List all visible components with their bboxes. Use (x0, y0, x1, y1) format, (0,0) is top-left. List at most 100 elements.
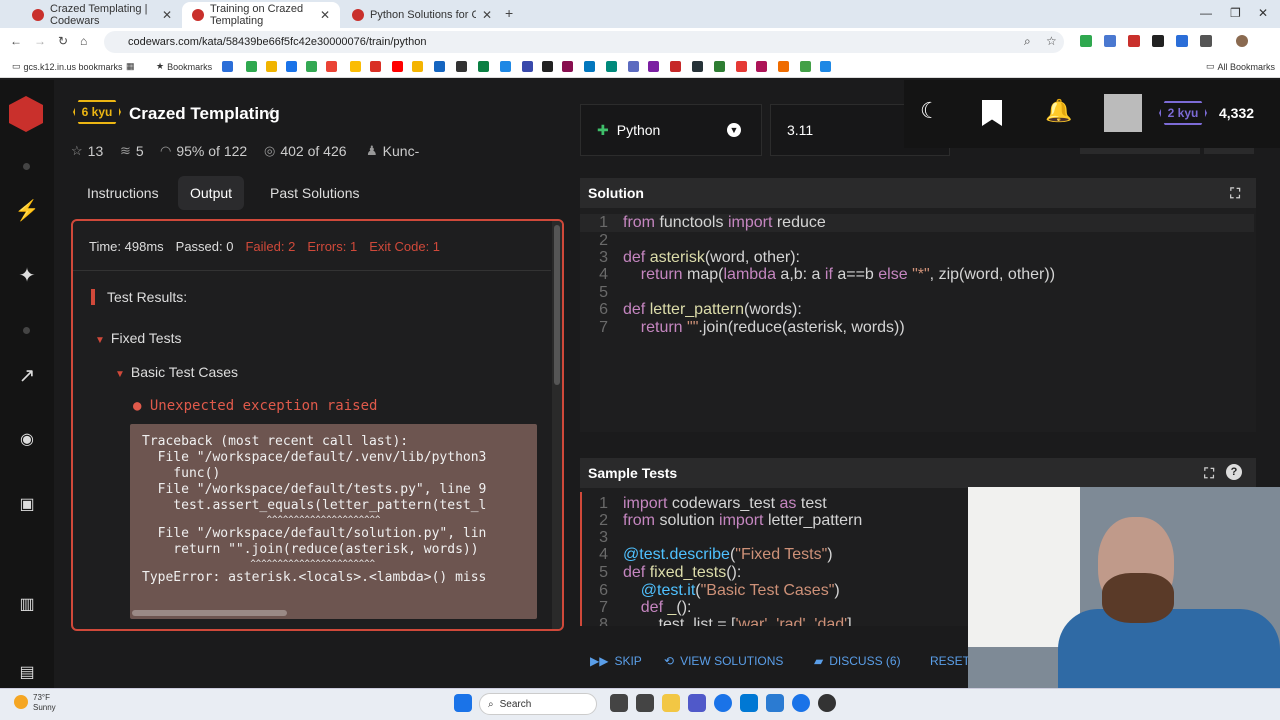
weather-widget[interactable]: 73°F Sunny (33, 693, 56, 713)
extension-icon[interactable] (1176, 35, 1188, 47)
bookmark-icon[interactable] (562, 61, 573, 72)
fixed-tests-group[interactable]: ▼ Fixed Tests (95, 330, 181, 346)
solution-editor[interactable]: Solution ⛶ 1 from functools import reduce … (580, 178, 1256, 432)
apps-icon[interactable]: ▦ (126, 61, 135, 72)
discord-icon[interactable]: ◉ (14, 427, 40, 453)
browser-tab[interactable]: Crazed Templating | Codewars ✕ (22, 2, 182, 28)
moon-icon[interactable]: ☾ (920, 98, 940, 124)
zoom-icon[interactable]: ⌕ (1024, 34, 1031, 49)
forward-icon[interactable]: → (34, 34, 46, 48)
bookmark-icon[interactable] (246, 61, 257, 72)
extension-icon[interactable] (1080, 35, 1092, 47)
bookmark-icon[interactable] (326, 61, 337, 72)
discuss-button[interactable]: ▰ DISCUSS (6) (814, 654, 901, 668)
bookmark-icon[interactable] (820, 61, 831, 72)
bookmark-icon[interactable] (286, 61, 297, 72)
user-avatar[interactable] (1104, 94, 1142, 132)
tab-output[interactable]: Output (178, 176, 245, 210)
home-icon[interactable]: ⌂ (80, 34, 87, 48)
bell-icon[interactable]: 🔔 (1045, 98, 1072, 124)
task-view-icon[interactable] (610, 694, 628, 712)
bookmark-icon[interactable] (392, 61, 403, 72)
presenter-beard (1102, 573, 1174, 623)
bookmark-icon[interactable] (456, 61, 467, 72)
vscode-icon[interactable] (766, 694, 784, 712)
bookmark-icon[interactable] (692, 61, 703, 72)
reset-button[interactable]: RESET (930, 654, 970, 668)
minimize-icon[interactable]: — (1200, 6, 1212, 20)
extension-icon[interactable] (1104, 35, 1116, 47)
extension-icon[interactable] (1128, 35, 1140, 47)
bookmark-icon[interactable] (542, 61, 553, 72)
bookmark-icon[interactable] (412, 61, 423, 72)
browser-tab-active[interactable]: Training on Crazed Templating ✕ (182, 2, 340, 28)
bookmark-icon[interactable] (778, 61, 789, 72)
expand-icon[interactable]: ⛶ (1204, 465, 1214, 482)
bookmark-icon[interactable] (756, 61, 767, 72)
horizontal-scrollbar[interactable] (130, 609, 537, 617)
chrome-icon[interactable] (714, 694, 732, 712)
new-tab-button[interactable]: + (505, 5, 513, 21)
bookmark-icon[interactable] (478, 61, 489, 72)
bookmark-icon[interactable] (370, 61, 381, 72)
bookmark-icon[interactable] (736, 61, 747, 72)
close-tab-icon[interactable]: ✕ (482, 8, 492, 22)
browser-tab[interactable]: Python Solutions for Crazed Te ✕ (342, 2, 502, 28)
taskbar-search[interactable]: ⌕ Search (479, 693, 597, 715)
stars-stat[interactable]: ☆ 13 (71, 143, 103, 159)
bookmark-icon[interactable] (434, 61, 445, 72)
chrome-icon[interactable] (792, 694, 810, 712)
bookmark-icon[interactable] (670, 61, 681, 72)
bookmark-icon[interactable] (800, 61, 811, 72)
bookmark-icon[interactable] (222, 61, 233, 72)
help-icon[interactable]: ? (1226, 464, 1242, 480)
bookmark-icon[interactable] (266, 61, 277, 72)
language-select[interactable]: ✚ Python ▼ (580, 104, 762, 156)
bookmark-star-icon[interactable]: ☆ (1046, 34, 1057, 48)
teams-icon[interactable] (688, 694, 706, 712)
bookmark-icon[interactable] (714, 61, 725, 72)
close-tab-icon[interactable]: ✕ (320, 8, 330, 22)
windows-start-icon[interactable] (454, 694, 472, 712)
practice-icon[interactable]: ✦ (14, 263, 40, 289)
blog-icon[interactable]: ▤ (14, 660, 40, 686)
training-icon[interactable]: ⚡ (14, 198, 40, 224)
expand-icon[interactable]: ⛶ (1230, 185, 1240, 202)
tab-instructions[interactable]: Instructions (75, 176, 171, 210)
author-stat[interactable]: ♟ Kunc- (366, 143, 419, 159)
bookmark-icon[interactable] (628, 61, 639, 72)
bookmark-gcs[interactable]: ▭ gcs.k12.in.us bookmarks (12, 61, 123, 72)
discussion-icon[interactable]: ▣ (14, 492, 40, 518)
bookmark-icon[interactable] (500, 61, 511, 72)
vertical-scrollbar[interactable] (552, 221, 562, 629)
close-window-icon[interactable]: ✕ (1258, 6, 1268, 20)
extensions-puzzle-icon[interactable] (1200, 35, 1212, 47)
docs-book-icon[interactable]: ▥ (14, 592, 40, 618)
app-icon[interactable] (818, 694, 836, 712)
view-solutions-button[interactable]: ⟲ VIEW SOLUTIONS (664, 654, 783, 668)
back-icon[interactable]: ← (10, 34, 22, 48)
reload-icon[interactable]: ↻ (58, 34, 68, 48)
collections-stat[interactable]: ≋ 5 (120, 143, 144, 159)
bookmark-icon[interactable] (522, 61, 533, 72)
bookmark-icon[interactable] (606, 61, 617, 72)
extension-icon[interactable] (1152, 35, 1164, 47)
basic-test-cases-group[interactable]: ▼ Basic Test Cases (115, 364, 238, 380)
outlook-icon[interactable] (740, 694, 758, 712)
skip-button[interactable]: ▶▶ SKIP (590, 654, 642, 668)
bookmark-icon[interactable] (350, 61, 361, 72)
profile-avatar-icon[interactable] (1236, 35, 1248, 47)
bookmark-icon[interactable] (648, 61, 659, 72)
tab-past-solutions[interactable]: Past Solutions (258, 176, 372, 210)
code-line: 5 (599, 284, 608, 301)
bookmark-icon[interactable] (584, 61, 595, 72)
all-bookmarks[interactable]: ▭ All Bookmarks (1206, 61, 1275, 72)
file-explorer-icon[interactable] (662, 694, 680, 712)
url-field[interactable]: codewars.com/kata/58439be66f5fc42e300000… (104, 31, 1064, 53)
leaderboard-icon[interactable]: ↗ (14, 363, 40, 389)
app-icon[interactable] (636, 694, 654, 712)
close-tab-icon[interactable]: ✕ (162, 8, 172, 22)
bookmark-icon[interactable] (306, 61, 317, 72)
maximize-icon[interactable]: ❐ (1230, 6, 1241, 20)
bookmark-bookmarks[interactable]: ★ Bookmarks (156, 61, 212, 72)
